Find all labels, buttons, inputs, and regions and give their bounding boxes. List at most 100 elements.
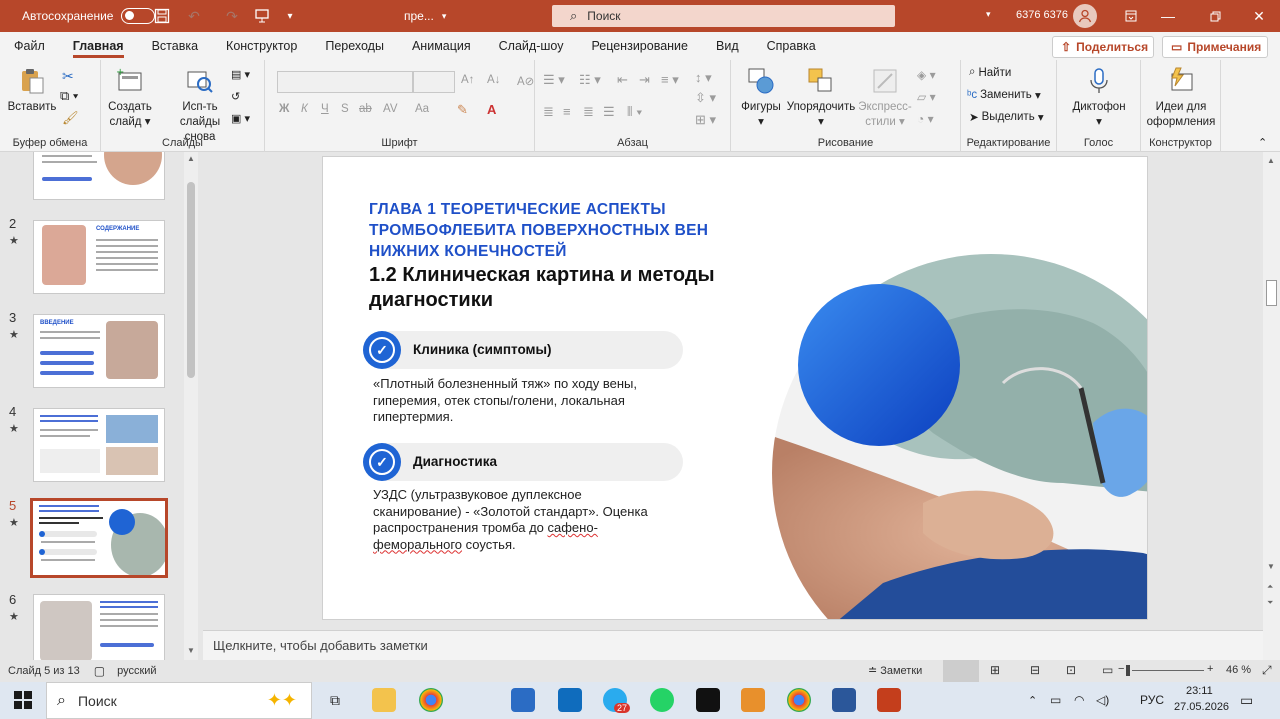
section-pill-diagnostics[interactable]: ✓ Диагностика (363, 443, 683, 481)
slide-thumbnail-6[interactable] (33, 594, 165, 660)
shrink-font-icon[interactable]: A↓ (487, 74, 500, 86)
whatsapp-icon[interactable] (650, 688, 674, 712)
filename[interactable]: пре... ▾ (404, 9, 446, 23)
tab-insert[interactable]: Вставка (152, 32, 198, 60)
slide-scrollbar[interactable]: ▲ ▼ ⏶ ⏷ (1263, 152, 1280, 660)
taskbar-search[interactable]: ⌕ Поиск ✦✦ (46, 682, 312, 719)
volume-icon[interactable]: ◁) (1096, 693, 1109, 707)
search-box[interactable]: ⌕ Поиск (552, 5, 895, 27)
chrome-icon[interactable] (787, 688, 811, 712)
shadow-button[interactable]: S (341, 103, 349, 115)
select-button[interactable]: ➤ Выделить ▾ (969, 110, 1044, 124)
underline-button[interactable]: Ч (321, 103, 329, 115)
zoom-level[interactable]: 46 % (1226, 664, 1251, 676)
accessibility-icon[interactable]: ▢ (94, 664, 105, 678)
zoom-slider[interactable] (1132, 670, 1204, 671)
chevron-down-icon[interactable]: ▾ (986, 9, 991, 20)
thumbnail-scrollbar[interactable]: ▲ ▼ (184, 152, 198, 660)
windows-start-icon[interactable] (14, 691, 32, 712)
section-text-diagnostics[interactable]: УЗДС (ультразвуковое дуплексное сканиров… (373, 487, 673, 553)
bullets-icon[interactable]: ☰ ▾ (543, 72, 565, 88)
cut-icon[interactable]: ✂ (62, 68, 74, 85)
task-view-icon[interactable]: ⧉ (330, 692, 340, 709)
find-button[interactable]: ⌕ Найти (969, 66, 1011, 79)
reading-view-icon[interactable]: ⊡ (1066, 663, 1076, 677)
normal-view-icon[interactable]: ⊞ (990, 663, 1000, 677)
wifi-icon[interactable]: ◠ (1074, 693, 1084, 707)
notes-pane[interactable]: Щелкните, чтобы добавить заметки (203, 630, 1263, 660)
app-icon[interactable] (696, 688, 720, 712)
tab-help[interactable]: Справка (767, 32, 816, 60)
chrome-icon[interactable] (419, 688, 443, 712)
reuse-slides-button[interactable]: Исп-ть слайды снова (163, 66, 237, 145)
font-color-icon[interactable]: A (487, 102, 496, 117)
undo-icon[interactable]: ↶ (184, 6, 204, 26)
columns-icon[interactable]: ⫴ ▾ (627, 104, 642, 120)
bold-button[interactable]: Ж (279, 103, 289, 115)
doctor-ultrasound-photo[interactable] (763, 253, 1148, 620)
outlook-icon[interactable] (558, 688, 582, 712)
next-slide-icon[interactable]: ⏷ (1267, 598, 1273, 608)
slide-canvas[interactable]: ГЛАВА 1 ТЕОРЕТИЧЕСКИЕ АСПЕКТЫ ТРОМБОФЛЕБ… (322, 156, 1148, 620)
user-name[interactable]: 6376 6376 (1016, 9, 1068, 21)
clock-time[interactable]: 23:11 (1186, 685, 1213, 697)
zoom-slider-thumb[interactable] (1126, 665, 1130, 676)
autosave[interactable]: Автосохранение (22, 8, 156, 24)
justify-icon[interactable]: ☰ (603, 104, 615, 120)
avatar[interactable] (1073, 4, 1097, 28)
strikethrough-button[interactable]: ab (359, 103, 372, 115)
slide-thumbnail-5[interactable] (30, 498, 168, 578)
align-center-icon[interactable]: ≡ (563, 104, 571, 119)
arrange-button[interactable]: Упорядочить ▾ (785, 66, 857, 130)
replace-button[interactable]: ᵇc Заменить ▾ (967, 88, 1041, 102)
slideshow-view-icon[interactable]: ▭ (1102, 663, 1113, 677)
slide-title[interactable]: 1.2 Клиническая картина и методы диагнос… (369, 263, 809, 313)
battery-icon[interactable]: ▭ (1050, 693, 1061, 707)
word-icon[interactable] (832, 688, 856, 712)
scrollbar-thumb[interactable] (187, 182, 195, 378)
app-icon[interactable] (511, 688, 535, 712)
slide-thumbnail-4[interactable] (33, 408, 165, 482)
align-left-icon[interactable]: ≣ (543, 104, 554, 120)
tab-review[interactable]: Рецензирование (591, 32, 688, 60)
designer-button[interactable]: Идеи для оформления (1143, 66, 1219, 130)
clock-date[interactable]: 27.05.2026 (1174, 701, 1229, 713)
section-icon[interactable]: ▣ ▾ (231, 112, 250, 125)
zoom-out-icon[interactable]: − (1118, 663, 1124, 675)
paste-button[interactable]: Вставить (6, 66, 58, 115)
scroll-down-icon[interactable]: ▼ (1267, 562, 1275, 571)
present-icon[interactable] (252, 6, 272, 26)
shape-effects-icon[interactable]: ◔ ▾ (917, 112, 934, 126)
format-painter-icon[interactable]: 🖌 (62, 110, 79, 126)
minimize-icon[interactable]: — (1145, 0, 1191, 32)
save-icon[interactable] (152, 6, 172, 26)
tab-design[interactable]: Конструктор (226, 32, 297, 60)
maximize-icon[interactable] (1192, 0, 1238, 32)
close-icon[interactable]: ✕ (1236, 0, 1280, 32)
share-button[interactable]: ⇧ Поделиться (1052, 36, 1154, 58)
fit-slide-icon[interactable]: ⤢ (1262, 663, 1272, 678)
notes-toggle[interactable]: ≐ Заметки (868, 664, 922, 677)
customize-qat-icon[interactable]: ▾ (280, 6, 300, 26)
italic-button[interactable]: К (301, 103, 308, 115)
decrease-indent-icon[interactable]: ⇤ (617, 72, 628, 88)
shape-fill-icon[interactable]: ◈ ▾ (917, 68, 936, 82)
language[interactable]: русский (117, 665, 156, 677)
layout-icon[interactable]: ▤ ▾ (231, 68, 250, 81)
slide-thumbnail-1[interactable] (33, 152, 165, 200)
new-slide-button[interactable]: + Создать слайд ▾ (107, 66, 153, 130)
align-right-icon[interactable]: ≣ (583, 104, 594, 120)
tab-home[interactable]: Главная (72, 32, 124, 60)
smartart-icon[interactable]: ⊞ ▾ (695, 112, 716, 128)
increase-indent-icon[interactable]: ⇥ (639, 72, 650, 88)
section-pill-symptoms[interactable]: ✓ Клиника (симптомы) (363, 331, 683, 369)
notifications-icon[interactable]: ▭ (1240, 692, 1253, 709)
align-text-icon[interactable]: ⇳ ▾ (695, 90, 716, 106)
copy-icon[interactable]: ⧉ ▾ (60, 88, 78, 104)
spacing-button[interactable]: AV (383, 103, 398, 115)
keyboard-language[interactable]: РУС (1140, 693, 1164, 707)
grow-font-icon[interactable]: A↑ (461, 74, 474, 86)
tray-chevron-icon[interactable]: ⌃ (1028, 694, 1037, 707)
slide-thumbnail-3[interactable]: ВВЕДЕНИЕ (33, 314, 165, 388)
scroll-up-icon[interactable]: ▲ (1267, 156, 1275, 165)
